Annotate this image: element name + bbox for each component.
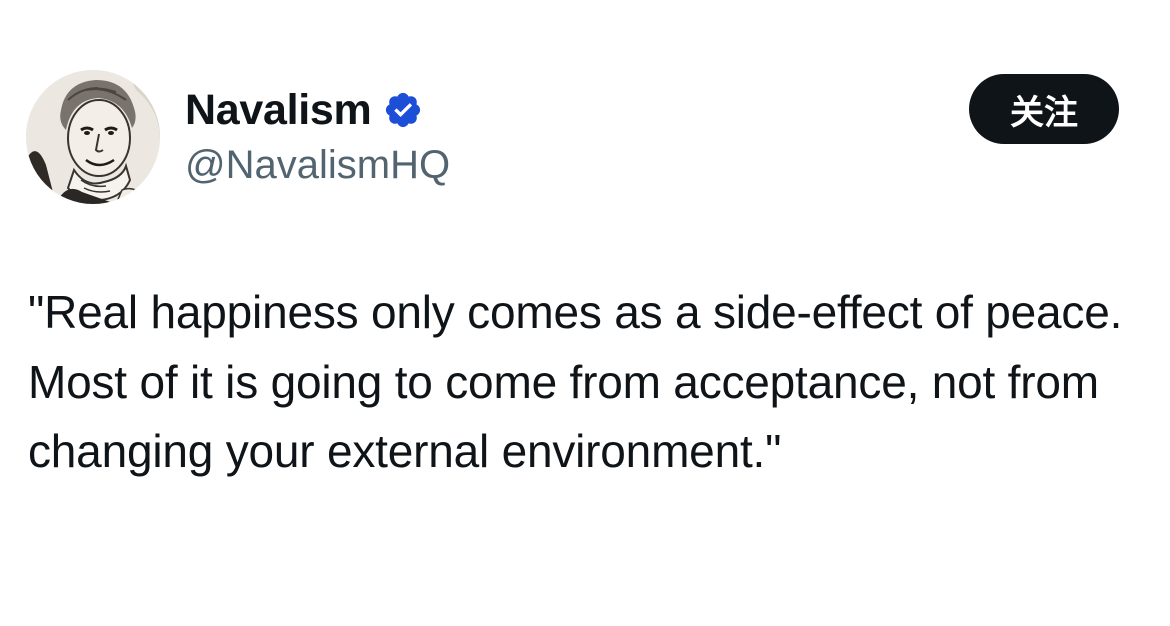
portrait-avatar-icon [26,70,160,204]
author-name-row: Navalism [185,82,423,138]
author-display-name[interactable]: Navalism [185,82,372,138]
tweet-text: "Real happiness only comes as a side-eff… [28,286,1123,477]
author-handle[interactable]: @NavalismHQ [185,140,450,190]
tweet-card: Navalism @NavalismHQ 关注 "Real happiness … [0,0,1170,626]
follow-button[interactable]: 关注 [969,74,1119,144]
author-avatar[interactable] [26,70,160,204]
verified-badge-icon[interactable] [383,90,423,130]
